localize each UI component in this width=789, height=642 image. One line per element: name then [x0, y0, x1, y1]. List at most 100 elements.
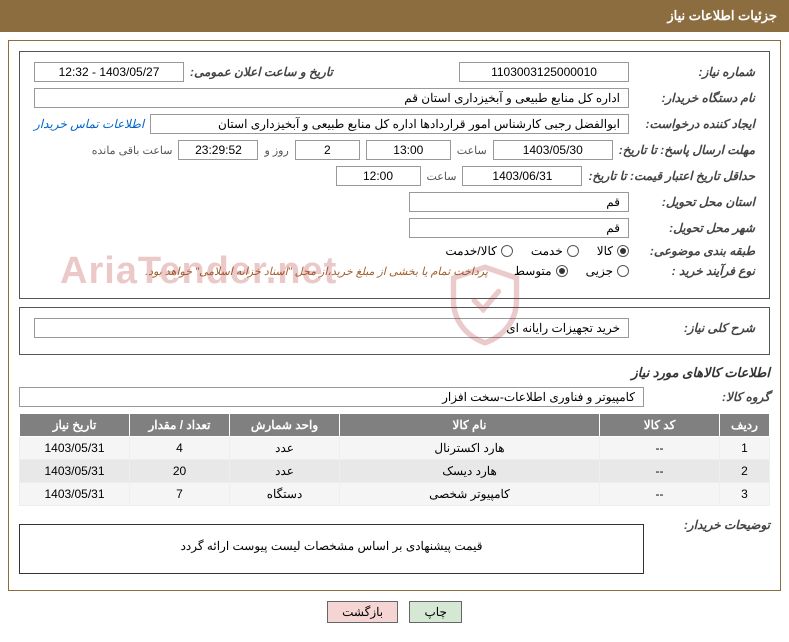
- th-idx: ردیف: [720, 414, 770, 437]
- description-value: خرید تجهیزات رایانه ای: [34, 318, 629, 338]
- th-name: نام کالا: [340, 414, 600, 437]
- city-value: قم: [409, 218, 629, 238]
- row-process: نوع فرآیند خرید : جزیی متوسط پرداخت تمام…: [34, 264, 755, 278]
- radio-circle-icon: [617, 265, 629, 277]
- need-number-value: 1103003125000010: [459, 62, 629, 82]
- row-province: استان محل تحویل: قم: [34, 192, 755, 212]
- radio-goods-label: کالا: [597, 244, 613, 258]
- radio-circle-icon: [567, 245, 579, 257]
- group-label: گروه کالا:: [650, 390, 770, 404]
- radio-service-label: خدمت: [531, 244, 563, 258]
- cell-qty: 4: [130, 437, 230, 460]
- cell-code: --: [600, 460, 720, 483]
- cell-date: 1403/05/31: [20, 460, 130, 483]
- th-code: کد کالا: [600, 414, 720, 437]
- row-buyer-org: نام دستگاه خریدار: اداره کل منابع طبیعی …: [34, 88, 755, 108]
- category-radio-group: کالا خدمت کالا/خدمت: [445, 244, 629, 258]
- validity-label: حداقل تاریخ اعتبار قیمت: تا تاریخ:: [588, 169, 755, 183]
- row-validity: حداقل تاریخ اعتبار قیمت: تا تاریخ: 1403/…: [34, 166, 755, 186]
- category-label: طبقه بندی موضوعی:: [635, 244, 755, 258]
- radio-minor[interactable]: جزیی: [586, 264, 629, 278]
- process-label: نوع فرآیند خرید :: [635, 264, 755, 278]
- city-label: شهر محل تحویل:: [635, 221, 755, 235]
- announce-label: تاریخ و ساعت اعلان عمومی:: [190, 65, 333, 79]
- province-value: قم: [409, 192, 629, 212]
- process-radio-group: جزیی متوسط: [514, 264, 629, 278]
- buyer-org-value: اداره کل منابع طبیعی و آبخیزداری استان ق…: [34, 88, 629, 108]
- cell-code: --: [600, 437, 720, 460]
- th-qty: تعداد / مقدار: [130, 414, 230, 437]
- radio-medium-label: متوسط: [514, 264, 552, 278]
- deadline-label: مهلت ارسال پاسخ: تا تاریخ:: [619, 143, 755, 157]
- description-label: شرح کلی نیاز:: [635, 321, 755, 335]
- group-value: کامپیوتر و فناوری اطلاعات-سخت افزار: [19, 387, 644, 407]
- days-word: روز و: [264, 144, 288, 157]
- province-label: استان محل تحویل:: [635, 195, 755, 209]
- countdown: 23:29:52: [178, 140, 258, 160]
- cell-code: --: [600, 483, 720, 506]
- announce-value: 1403/05/27 - 12:32: [34, 62, 184, 82]
- validity-time: 12:00: [336, 166, 421, 186]
- contact-link[interactable]: اطلاعات تماس خریدار: [34, 117, 144, 131]
- cell-name: هارد اکسترنال: [340, 437, 600, 460]
- row-need-number: شماره نیاز: 1103003125000010 تاریخ و ساع…: [34, 62, 755, 82]
- radio-medium[interactable]: متوسط: [514, 264, 568, 278]
- radio-circle-icon: [556, 265, 568, 277]
- goods-table: ردیف کد کالا نام کالا واحد شمارش تعداد /…: [19, 413, 770, 506]
- cell-unit: عدد: [230, 437, 340, 460]
- cell-idx: 1: [720, 437, 770, 460]
- row-buyer-notes: توضیحات خریدار: قیمت پیشنهادی بر اساس مش…: [19, 518, 770, 574]
- cell-name: کامپیوتر شخصی: [340, 483, 600, 506]
- table-row: 1 -- هارد اکسترنال عدد 4 1403/05/31: [20, 437, 770, 460]
- th-unit: واحد شمارش: [230, 414, 340, 437]
- cell-idx: 3: [720, 483, 770, 506]
- buyer-notes-label: توضیحات خریدار:: [650, 518, 770, 532]
- radio-service[interactable]: خدمت: [531, 244, 579, 258]
- radio-goods-service[interactable]: کالا/خدمت: [445, 244, 512, 258]
- creator-label: ایجاد کننده درخواست:: [635, 117, 755, 131]
- table-row: 3 -- کامپیوتر شخصی دستگاه 7 1403/05/31: [20, 483, 770, 506]
- cell-unit: دستگاه: [230, 483, 340, 506]
- details-frame: شماره نیاز: 1103003125000010 تاریخ و ساع…: [19, 51, 770, 299]
- row-category: طبقه بندی موضوعی: کالا خدمت کالا/خدمت: [34, 244, 755, 258]
- deadline-date: 1403/05/30: [493, 140, 613, 160]
- row-deadline: مهلت ارسال پاسخ: تا تاریخ: 1403/05/30 سا…: [34, 140, 755, 160]
- validity-date: 1403/06/31: [462, 166, 582, 186]
- row-city: شهر محل تحویل: قم: [34, 218, 755, 238]
- cell-unit: عدد: [230, 460, 340, 483]
- page-title: جزئیات اطلاعات نیاز: [667, 8, 777, 23]
- row-description: شرح کلی نیاز: خرید تجهیزات رایانه ای: [34, 318, 755, 338]
- description-frame: شرح کلی نیاز: خرید تجهیزات رایانه ای: [19, 307, 770, 355]
- days-remaining: 2: [295, 140, 360, 160]
- cell-name: هارد دیسک: [340, 460, 600, 483]
- buyer-org-label: نام دستگاه خریدار:: [635, 91, 755, 105]
- page-header: جزئیات اطلاعات نیاز: [0, 0, 789, 32]
- th-date: تاریخ نیاز: [20, 414, 130, 437]
- process-note: پرداخت تمام یا بخشی از مبلغ خرید،از محل …: [145, 265, 488, 278]
- cell-date: 1403/05/31: [20, 483, 130, 506]
- need-number-label: شماره نیاز:: [635, 65, 755, 79]
- table-header-row: ردیف کد کالا نام کالا واحد شمارش تعداد /…: [20, 414, 770, 437]
- outer-frame: شماره نیاز: 1103003125000010 تاریخ و ساع…: [8, 40, 781, 591]
- button-row: چاپ بازگشت: [0, 601, 789, 623]
- deadline-time: 13:00: [366, 140, 451, 160]
- cell-qty: 7: [130, 483, 230, 506]
- radio-minor-label: جزیی: [586, 264, 613, 278]
- buyer-notes-box: قیمت پیشنهادی بر اساس مشخصات لیست پیوست …: [19, 524, 644, 574]
- back-button[interactable]: بازگشت: [327, 601, 398, 623]
- cell-qty: 20: [130, 460, 230, 483]
- cell-idx: 2: [720, 460, 770, 483]
- row-creator: ایجاد کننده درخواست: ابوالفضل رجبی کارشن…: [34, 114, 755, 134]
- print-button[interactable]: چاپ: [409, 601, 461, 623]
- creator-value: ابوالفضل رجبی کارشناس امور قراردادها ادا…: [150, 114, 629, 134]
- radio-circle-icon: [501, 245, 513, 257]
- radio-goods-service-label: کالا/خدمت: [445, 244, 496, 258]
- radio-goods[interactable]: کالا: [597, 244, 629, 258]
- remaining-word: ساعت باقی مانده: [92, 144, 173, 157]
- time-word-1: ساعت: [457, 144, 487, 157]
- row-group: گروه کالا: کامپیوتر و فناوری اطلاعات-سخت…: [19, 387, 770, 407]
- buyer-notes-text: قیمت پیشنهادی بر اساس مشخصات لیست پیوست …: [181, 539, 483, 553]
- table-row: 2 -- هارد دیسک عدد 20 1403/05/31: [20, 460, 770, 483]
- time-word-2: ساعت: [427, 170, 457, 183]
- cell-date: 1403/05/31: [20, 437, 130, 460]
